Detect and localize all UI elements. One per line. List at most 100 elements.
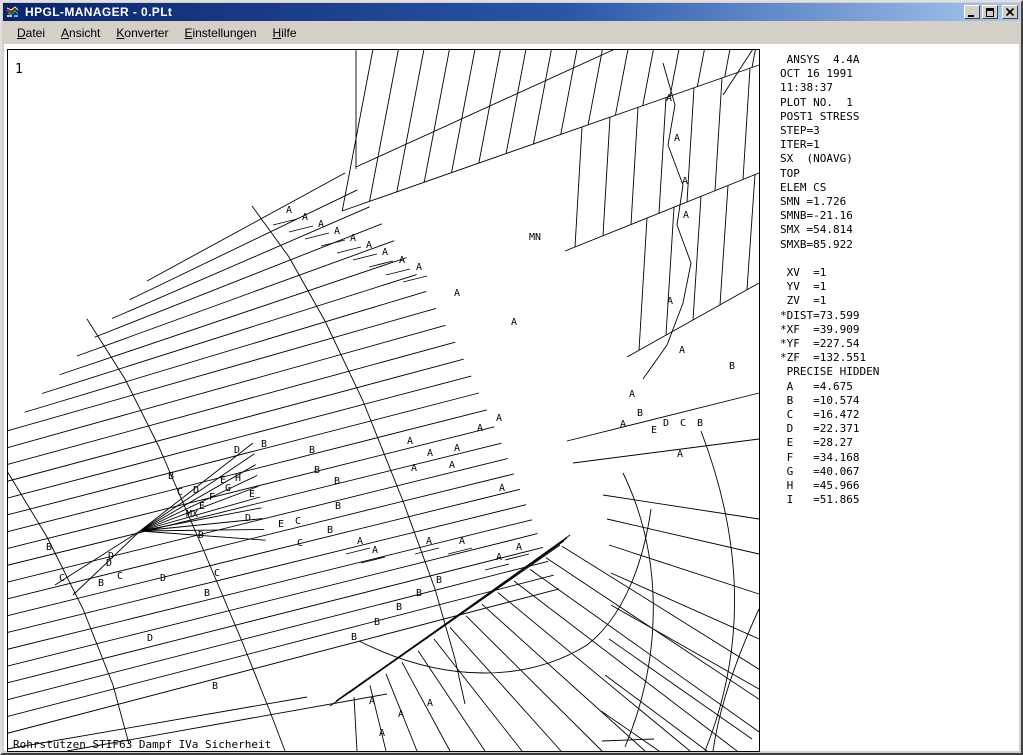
contour-letter: C — [59, 573, 65, 584]
contour-letter: A — [350, 233, 356, 244]
contour-letter: A — [677, 449, 683, 460]
contour-letter: MN — [529, 232, 541, 243]
info-line — [780, 252, 879, 266]
info-line: SMXB=85.922 — [780, 238, 879, 252]
menu-item-einstellungen[interactable]: Einstellungen — [176, 24, 264, 42]
ansys-info-panel: ANSYS 4.4AOCT 16 199111:38:37PLOT NO. 1P… — [780, 53, 879, 508]
contour-letter: A — [427, 698, 433, 709]
contour-letter: D — [160, 573, 166, 584]
minimize-icon — [966, 6, 978, 18]
minimize-button[interactable] — [964, 5, 980, 19]
info-line: H =45.966 — [780, 479, 879, 493]
contour-letter: A — [674, 133, 680, 144]
contour-letter: H — [235, 473, 241, 484]
info-line: SMX =54.814 — [780, 223, 879, 237]
contour-letter: A — [454, 443, 460, 454]
info-line: ITER=1 — [780, 138, 879, 152]
contour-letter: A — [369, 696, 375, 707]
contour-letter: B — [637, 408, 643, 419]
contour-letter: A — [496, 413, 502, 424]
contour-letter: B — [168, 471, 174, 482]
info-line: ELEM CS — [780, 181, 879, 195]
contour-letter: F — [209, 492, 215, 503]
contour-letter: C — [295, 516, 301, 527]
contour-letter: B — [314, 465, 320, 476]
info-line: OCT 16 1991 — [780, 67, 879, 81]
contour-letter: A — [459, 536, 465, 547]
mesh-lines — [7, 49, 760, 751]
contour-letter: E — [278, 519, 284, 530]
info-line: *DIST=73.599 — [780, 309, 879, 323]
contour-letter: A — [286, 205, 292, 216]
info-line: *ZF =132.551 — [780, 351, 879, 365]
contour-letter: A — [683, 210, 689, 221]
info-line: SMNB=-21.16 — [780, 209, 879, 223]
title-bar[interactable]: HPGL-MANAGER - 0.PLt — [3, 3, 1020, 21]
info-line: STEP=3 — [780, 124, 879, 138]
contour-letter: C — [214, 568, 220, 579]
info-line: I =51.865 — [780, 493, 879, 507]
info-line: F =34.168 — [780, 451, 879, 465]
contour-letter: A — [679, 345, 685, 356]
contour-letter: A — [398, 709, 404, 720]
info-line: A =4.675 — [780, 380, 879, 394]
contour-letter: A — [427, 448, 433, 459]
contour-letter: A — [499, 483, 505, 494]
close-button[interactable] — [1002, 5, 1018, 19]
contour-letter: MX — [186, 509, 198, 520]
menu-item-datei[interactable]: Datei — [9, 24, 53, 42]
contour-letter: B — [396, 602, 402, 613]
contour-letter: B — [327, 525, 333, 536]
info-line: POST1 STRESS — [780, 110, 879, 124]
contour-letter: B — [334, 476, 340, 487]
contour-letter: B — [374, 617, 380, 628]
contour-letter: A — [516, 542, 522, 553]
contour-letter: E — [651, 425, 657, 436]
menu-item-ansicht[interactable]: Ansicht — [53, 24, 108, 42]
info-line: XV =1 — [780, 266, 879, 280]
contour-letter: A — [682, 176, 688, 187]
contour-letter: A — [454, 288, 460, 299]
contour-letter: A — [511, 317, 517, 328]
contour-letter: A — [407, 436, 413, 447]
contour-letter: A — [629, 389, 635, 400]
info-line: YV =1 — [780, 280, 879, 294]
contour-letter: D — [147, 633, 153, 644]
menu-item-hilfe[interactable]: Hilfe — [265, 24, 305, 42]
contour-letter: B — [212, 681, 218, 692]
info-line: TOP — [780, 167, 879, 181]
contour-letter: B — [697, 418, 703, 429]
maximize-button[interactable] — [982, 5, 998, 19]
contour-letter: C — [680, 418, 686, 429]
contour-letter: D — [663, 418, 669, 429]
contour-letter: A — [399, 255, 405, 266]
window-title: HPGL-MANAGER - 0.PLt — [25, 5, 172, 19]
info-line: C =16.472 — [780, 408, 879, 422]
contour-letter: C — [297, 538, 303, 549]
page-number: 1 — [15, 62, 23, 77]
info-line: B =10.574 — [780, 394, 879, 408]
info-line: D =22.371 — [780, 422, 879, 436]
contour-letter: D — [234, 445, 240, 456]
contour-letter: B — [309, 445, 315, 456]
contour-letter: B — [335, 501, 341, 512]
contour-letter: A — [416, 262, 422, 273]
contour-letter: D — [245, 513, 251, 524]
contour-letter: D — [198, 530, 204, 541]
menu-item-konverter[interactable]: Konverter — [108, 24, 176, 42]
window-controls — [964, 5, 1018, 19]
plot-area: AAAAAAAAAAAAAAAAABABAEDCBAAAAAAAAABCDEHG… — [7, 49, 760, 752]
contour-letter: B — [46, 542, 52, 553]
contour-letter: A — [666, 93, 672, 104]
contour-letter: A — [366, 240, 372, 251]
contour-letter: B — [351, 632, 357, 643]
info-line: ANSYS 4.4A — [780, 53, 879, 67]
close-icon — [1004, 6, 1016, 18]
info-line: *YF =227.54 — [780, 337, 879, 351]
contour-letter: B — [416, 588, 422, 599]
contour-letter: A — [449, 460, 455, 471]
app-window: HPGL-MANAGER - 0.PLt DateiAnsichtKonvert… — [0, 0, 1023, 755]
plot-caption: Rohrstutzen STIF63 Dampf IVa Sicherheit — [13, 738, 271, 751]
info-line: 11:38:37 — [780, 81, 879, 95]
app-icon[interactable] — [5, 4, 21, 20]
